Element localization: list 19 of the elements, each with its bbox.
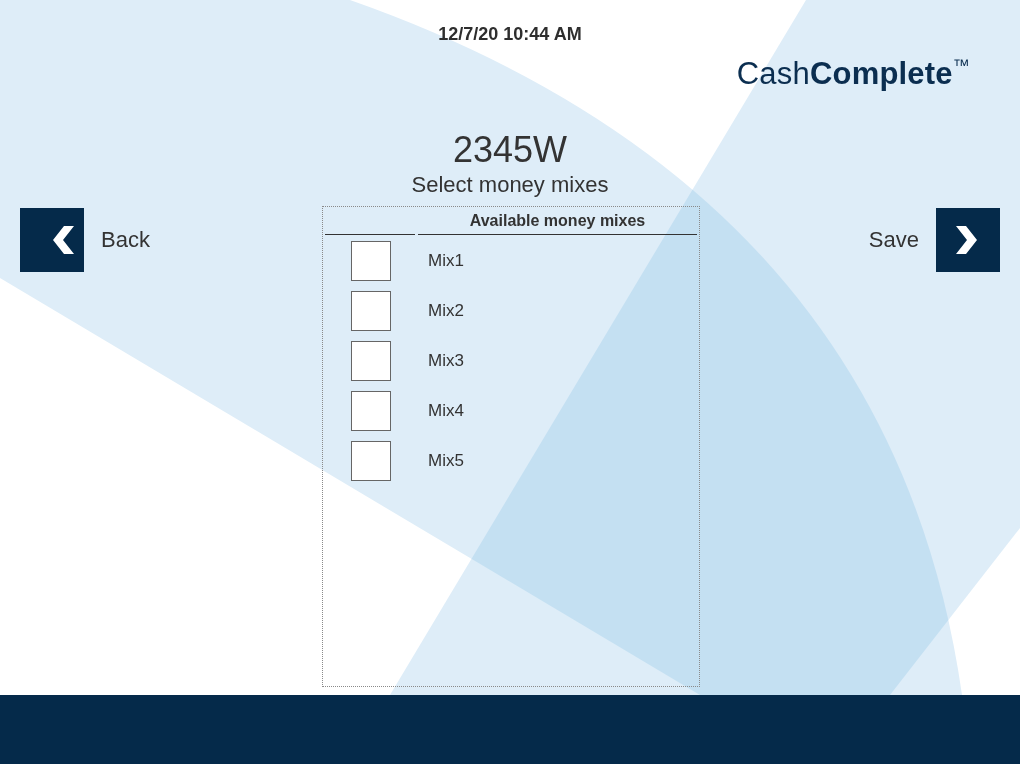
mix-name: Mix2 <box>428 301 464 321</box>
mix-name: Mix1 <box>428 251 464 271</box>
chevron-left-icon <box>20 208 84 272</box>
mix-name: Mix3 <box>428 351 464 371</box>
page-subtitle: Select money mixes <box>411 172 609 198</box>
checkbox[interactable] <box>351 441 391 481</box>
mix-name: Mix4 <box>428 401 464 421</box>
column-heading: Available money mixes <box>418 207 697 235</box>
mix-name: Mix5 <box>428 451 464 471</box>
page-title: 2345W <box>452 128 568 172</box>
logo: CashComplete$^{™}$ <box>736 56 970 92</box>
checkbox[interactable] <box>351 241 391 281</box>
date-time: 12/7/20 10:44 AM <box>438 24 582 44</box>
save-button[interactable]: Save <box>868 208 1000 272</box>
back-button[interactable]: Back <box>20 208 150 272</box>
checkbox[interactable] <box>351 391 391 431</box>
chevron-right-icon <box>936 208 1000 272</box>
checkbox[interactable] <box>351 291 391 331</box>
checkbox[interactable] <box>351 341 391 381</box>
